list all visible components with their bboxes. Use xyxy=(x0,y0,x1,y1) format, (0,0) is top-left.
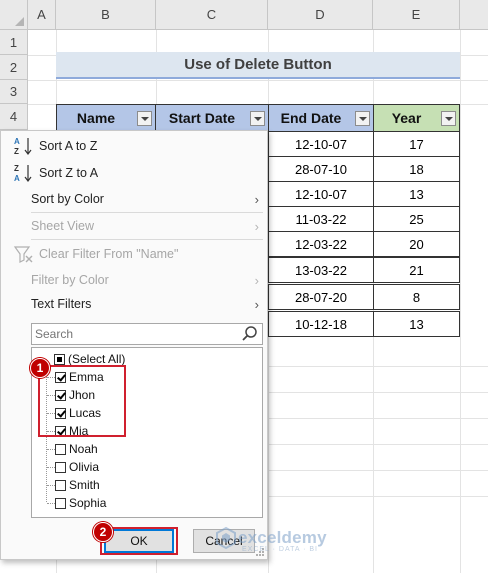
row-header-1[interactable]: 1 xyxy=(0,30,28,55)
row-header-3[interactable]: 3 xyxy=(0,80,28,104)
sort-z-to-a-label: Sort Z to A xyxy=(39,166,99,180)
year-cell[interactable]: 18 xyxy=(373,156,460,182)
header-year-label: Year xyxy=(391,110,422,126)
search-icon xyxy=(242,326,257,341)
autofilter-menu: A Z Sort A to Z Z A Sort Z to A Sort by … xyxy=(0,130,268,560)
header-year: Year xyxy=(373,104,460,132)
clear-filter-label: Clear Filter From "Name" xyxy=(39,247,179,261)
list-item-label: Olivia xyxy=(69,460,100,474)
end-date-cell[interactable]: 12-10-07 xyxy=(268,181,374,207)
sort-by-color-label: Sort by Color xyxy=(31,192,104,206)
list-item-smith[interactable]: Smith xyxy=(55,476,100,494)
sort-by-color-item[interactable]: Sort by Color › xyxy=(1,186,267,212)
end-date-cell[interactable]: 28-07-10 xyxy=(268,156,374,182)
sophia-checkbox[interactable] xyxy=(55,497,66,509)
year-cell[interactable]: 13 xyxy=(373,181,460,207)
list-item-sophia[interactable]: Sophia xyxy=(55,494,106,512)
year-cell[interactable]: 13 xyxy=(373,311,460,337)
menu-separator xyxy=(31,239,263,240)
exceldemy-watermark: exceldemy EXCEL · DATA · BI xyxy=(214,526,327,553)
column-header-d[interactable]: D xyxy=(268,0,373,30)
list-item-olivia[interactable]: Olivia xyxy=(55,458,99,476)
filter-dropdown-year[interactable] xyxy=(441,111,456,126)
watermark-name: exceldemy xyxy=(238,528,327,547)
clear-filter-icon xyxy=(13,246,33,263)
sort-a-to-z-label: Sort A to Z xyxy=(39,139,98,153)
sheet-title: Use of Delete Button xyxy=(56,52,460,79)
tree-connector xyxy=(47,485,55,486)
end-date-cell[interactable]: 11-03-22 xyxy=(268,206,374,232)
gridline xyxy=(460,30,461,573)
filter-search-box[interactable] xyxy=(31,323,263,345)
step-2-badge: 2 xyxy=(93,522,113,542)
sort-descending-icon: Z A xyxy=(14,164,32,183)
column-header-b[interactable]: B xyxy=(56,0,156,30)
tree-connector xyxy=(47,503,55,504)
row-header-4[interactable]: 4 xyxy=(0,104,28,130)
year-cell[interactable]: 25 xyxy=(373,206,460,232)
checked-items-highlight xyxy=(38,365,126,437)
column-header-a[interactable]: A xyxy=(28,0,56,30)
sort-a-to-z-item[interactable]: A Z Sort A to Z xyxy=(1,133,267,159)
tree-connector xyxy=(47,467,55,468)
column-header-f[interactable] xyxy=(460,0,488,30)
filter-by-color-item: Filter by Color › xyxy=(1,267,267,293)
header-name: Name xyxy=(56,104,156,132)
svg-text:A: A xyxy=(14,174,20,183)
svg-text:Z: Z xyxy=(14,164,19,173)
gridline xyxy=(28,80,488,81)
select-all-checkbox[interactable] xyxy=(54,353,65,365)
step-1-badge: 1 xyxy=(30,358,50,378)
list-item-label: Sophia xyxy=(69,496,107,510)
header-end-date-label: End Date xyxy=(280,110,342,126)
column-header-e[interactable]: E xyxy=(373,0,460,30)
year-cell[interactable]: 20 xyxy=(373,231,460,257)
column-header-c[interactable]: C xyxy=(156,0,268,30)
chevron-right-icon: › xyxy=(254,296,259,312)
header-start-date: Start Date xyxy=(155,104,269,132)
year-cell[interactable]: 17 xyxy=(373,131,460,157)
chevron-right-icon: › xyxy=(254,272,259,288)
header-start-date-label: Start Date xyxy=(168,110,236,126)
noah-checkbox[interactable] xyxy=(55,443,66,455)
text-filters-label: Text Filters xyxy=(31,297,92,311)
chevron-right-icon: › xyxy=(254,218,259,234)
sheet-view-label: Sheet View xyxy=(31,219,95,233)
tree-connector xyxy=(47,449,55,450)
ok-button[interactable]: OK xyxy=(104,529,174,553)
header-end-date: End Date xyxy=(268,104,374,132)
end-date-cell[interactable]: 12-03-22 xyxy=(268,231,374,257)
list-item-label: Smith xyxy=(69,478,100,492)
chevron-right-icon: › xyxy=(254,191,259,207)
filter-dropdown-start-date[interactable] xyxy=(250,111,265,126)
end-date-cell[interactable]: 28-07-20 xyxy=(268,284,374,310)
clear-filter-item: Clear Filter From "Name" xyxy=(1,241,267,267)
text-filters-item[interactable]: Text Filters › xyxy=(1,291,267,317)
filter-dropdown-end-date[interactable] xyxy=(355,111,370,126)
filter-search-input[interactable] xyxy=(32,325,240,343)
sheet-view-item: Sheet View › xyxy=(1,213,267,239)
row-header-2[interactable]: 2 xyxy=(0,55,28,80)
select-all-corner[interactable] xyxy=(0,0,28,30)
year-cell[interactable]: 8 xyxy=(373,284,460,310)
header-name-label: Name xyxy=(76,110,116,126)
year-cell[interactable]: 21 xyxy=(373,257,460,283)
end-date-cell[interactable]: 10-12-18 xyxy=(268,311,374,337)
list-item-label: Noah xyxy=(69,442,98,456)
smith-checkbox[interactable] xyxy=(55,479,66,491)
end-date-cell[interactable]: 13-03-22 xyxy=(268,257,374,283)
watermark-tagline: EXCEL · DATA · BI xyxy=(242,546,318,553)
sort-z-to-a-item[interactable]: Z A Sort Z to A xyxy=(1,160,267,186)
list-item-label: (Select All) xyxy=(68,352,126,366)
sort-ascending-icon: A Z xyxy=(14,137,32,156)
svg-text:A: A xyxy=(14,137,20,146)
olivia-checkbox[interactable] xyxy=(55,461,66,473)
svg-text:Z: Z xyxy=(14,147,19,156)
exceldemy-logo-icon xyxy=(216,526,236,550)
filter-by-color-label: Filter by Color xyxy=(31,273,109,287)
list-item-noah[interactable]: Noah xyxy=(55,440,98,458)
filter-dropdown-name[interactable] xyxy=(137,111,152,126)
end-date-cell[interactable]: 12-10-07 xyxy=(268,131,374,157)
